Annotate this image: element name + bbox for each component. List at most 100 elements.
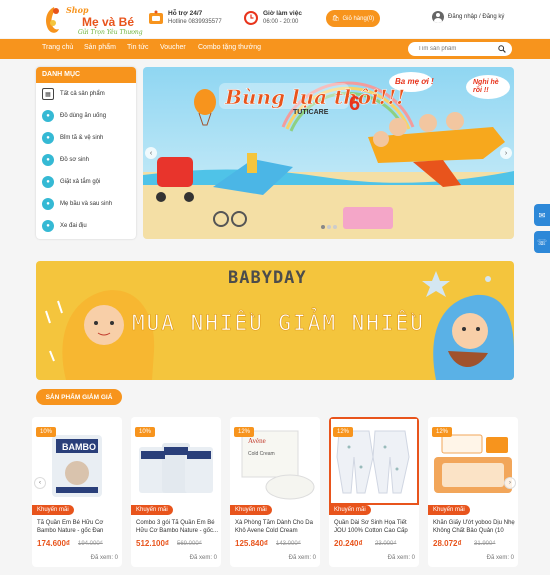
bottle-icon: ●	[42, 110, 54, 122]
product-name[interactable]: Quần Dài Sơ Sinh Họa Tiết JOU 100% Cotto…	[334, 519, 416, 535]
cart-button[interactable]: 🛍 Giỏ hàng(0)	[326, 10, 380, 27]
product-views: Đã xem: 0	[90, 555, 118, 561]
promo-badge: Khuyến mãi	[131, 505, 173, 515]
float-zalo-button[interactable]: ✉	[534, 204, 550, 226]
grid-icon: ▦	[42, 88, 54, 100]
cart-label: Giỏ hàng(0)	[342, 15, 375, 22]
diaper-icon: ●	[42, 132, 54, 144]
product-old-price: 569.000₫	[177, 541, 202, 547]
discount-badge: 12%	[432, 427, 453, 437]
discount-badge: 12%	[333, 427, 354, 437]
pregnant-icon: ●	[42, 198, 54, 210]
babyday-banner[interactable]: BABYDAY MUA NHIỀU GIẢM NHIỀU	[36, 261, 514, 380]
category-title: DANH MỤC	[36, 67, 136, 83]
chevron-left-icon: ‹	[149, 149, 153, 157]
product-name[interactable]: Tã Quần Em Bé Hữu Cơ Bambo Nature - gốc …	[37, 519, 119, 535]
category-label: Giặt xả tắm gội	[60, 179, 101, 185]
category-item-newborn[interactable]: ● Đồ sơ sinh	[36, 149, 136, 171]
product-old-price: 143.000₫	[276, 541, 301, 547]
category-label: Đồ sơ sinh	[60, 157, 89, 163]
hero-headline: Bùng lụa thôi!!!	[225, 85, 406, 110]
product-name[interactable]: Xà Phòng Tắm Dành Cho Da Khô Avene Cold …	[235, 519, 317, 535]
products-next-button[interactable]: ›	[504, 477, 516, 489]
bath-icon: ●	[42, 176, 54, 188]
chevron-right-icon: ›	[504, 149, 508, 157]
hero-bubble-1: Ba mẹ ơi !	[395, 77, 434, 86]
clock-icon	[244, 11, 258, 25]
product-price: 125.840₫	[235, 539, 269, 548]
chevron-left-icon: ‹	[39, 480, 41, 486]
category-item-maternity[interactable]: ● Mẹ bầu và sau sinh	[36, 193, 136, 215]
category-label: Đồ dùng ăn uống	[60, 113, 107, 119]
product-views: Đã xem: 0	[288, 555, 316, 561]
logo-slogan: Gửi Trọn Yêu Thương	[78, 29, 143, 36]
svg-text:BAMBO: BAMBO	[62, 442, 96, 452]
product-old-price: 31.900₫	[474, 541, 496, 547]
product-views: Đã xem: 0	[486, 555, 514, 561]
chevron-right-icon: ›	[509, 480, 511, 486]
discount-badge: 10%	[36, 427, 57, 437]
nav-item-products[interactable]: Sản phẩm	[84, 44, 116, 51]
hero-banner[interactable]: Bùng lụa thôi!!! TUTICARE 6 Ba mẹ ơi ! N…	[143, 67, 514, 239]
search-icon[interactable]	[498, 45, 506, 53]
hero-bubble-2: Nghỉ hè rồi !!	[473, 79, 499, 94]
onesie-icon: ●	[42, 154, 54, 166]
product-price: 512.100₫	[136, 539, 170, 548]
search-input[interactable]	[418, 43, 498, 55]
category-sidebar: DANH MỤC ▦ Tất cả sản phẩm ● Đồ dùng ăn …	[36, 67, 136, 239]
logo-mother-child-icon	[46, 7, 59, 33]
nav-item-home[interactable]: Trang chủ	[42, 44, 73, 51]
category-label: Tất cả sản phẩm	[60, 91, 105, 97]
user-avatar-icon	[432, 11, 444, 23]
stroller-icon: ●	[42, 220, 54, 232]
login-label: Đăng nhập / Đăng ký	[448, 14, 505, 20]
category-item-diapers[interactable]: ● Bỉm tã & vệ sinh	[36, 127, 136, 149]
promo-badge: Khuyến mãi	[230, 505, 272, 515]
nav-item-voucher[interactable]: Voucher	[160, 44, 186, 51]
hero-month-number: 6	[349, 93, 361, 115]
sale-section-title: SẢN PHẨM GIẢM GIÁ	[36, 389, 122, 405]
hero-prev-button[interactable]: ‹	[145, 147, 157, 159]
category-label: Xe đai địu	[60, 223, 87, 229]
category-item-strollers[interactable]: ● Xe đai địu	[36, 215, 136, 237]
main-nav: Trang chủ Sản phẩm Tin tức Voucher Combo…	[0, 39, 550, 59]
product-views: Đã xem: 0	[387, 555, 415, 561]
babyday-title: BABYDAY	[228, 268, 307, 288]
logo-shop-text: Shop	[66, 5, 89, 15]
product-card[interactable]: 12% Khuyến mãi Quần Dài Sơ Sinh Họa Tiết…	[329, 417, 419, 567]
discount-badge: 10%	[135, 427, 156, 437]
support-headset-icon	[149, 10, 163, 24]
product-card[interactable]: 12% Khuyến mãi Khăn Giấy Ướt yoboo Dịu N…	[428, 417, 518, 567]
product-card[interactable]: BAMBO 10% Khuyến mãi Tã Quần Em Bé Hữu C…	[32, 417, 122, 567]
cart-icon: 🛍	[331, 16, 340, 22]
login-link[interactable]: Đăng nhập / Đăng ký	[432, 11, 504, 23]
promo-badge: Khuyến mãi	[32, 505, 74, 515]
product-price: 28.072₫	[433, 539, 462, 548]
support-title: Hỗ trợ 24/7	[168, 10, 203, 17]
site-logo[interactable]: Shop Mẹ và Bé Gửi Trọn Yêu Thương	[42, 3, 143, 37]
header: Shop Mẹ và Bé Gửi Trọn Yêu Thương Hỗ trợ…	[0, 0, 550, 38]
product-name[interactable]: Khăn Giấy Ướt yoboo Dịu Nhẹ Không Chất B…	[433, 519, 515, 535]
hero-next-button[interactable]: ›	[500, 147, 512, 159]
nav-item-combo[interactable]: Combo tặng thưởng	[198, 44, 261, 51]
float-call-button[interactable]: ☏	[534, 231, 550, 253]
product-card[interactable]: Avène Cold Cream 12% Khuyến mãi Xà Phòng…	[230, 417, 320, 567]
phone-icon: ☏	[536, 237, 547, 247]
category-item-feeding[interactable]: ● Đồ dùng ăn uống	[36, 105, 136, 127]
promo-badge: Khuyến mãi	[428, 505, 470, 515]
product-name[interactable]: Combo 3 gói Tã Quần Em Bé Hữu Cơ Bambo N…	[136, 519, 218, 535]
nav-item-news[interactable]: Tin tức	[127, 44, 149, 51]
category-item-bath[interactable]: ● Giặt xả tắm gội	[36, 171, 136, 193]
logo-brand-text: Mẹ và Bé	[82, 15, 135, 29]
svg-text:Cold Cream: Cold Cream	[248, 451, 275, 457]
product-card[interactable]: 10% Khuyến mãi Combo 3 gói Tã Quần Em Bé…	[131, 417, 221, 567]
support-hotline[interactable]: Hotline 0839935577	[168, 19, 222, 25]
chat-icon: ✉	[538, 210, 546, 220]
category-label: Mẹ bầu và sau sinh	[60, 201, 113, 207]
category-item-all[interactable]: ▦ Tất cả sản phẩm	[36, 83, 136, 105]
search-box	[408, 42, 512, 56]
product-old-price: 23.000₫	[375, 541, 397, 547]
discount-badge: 12%	[234, 427, 255, 437]
products-prev-button[interactable]: ‹	[34, 477, 46, 489]
svg-text:Avène: Avène	[248, 437, 266, 445]
